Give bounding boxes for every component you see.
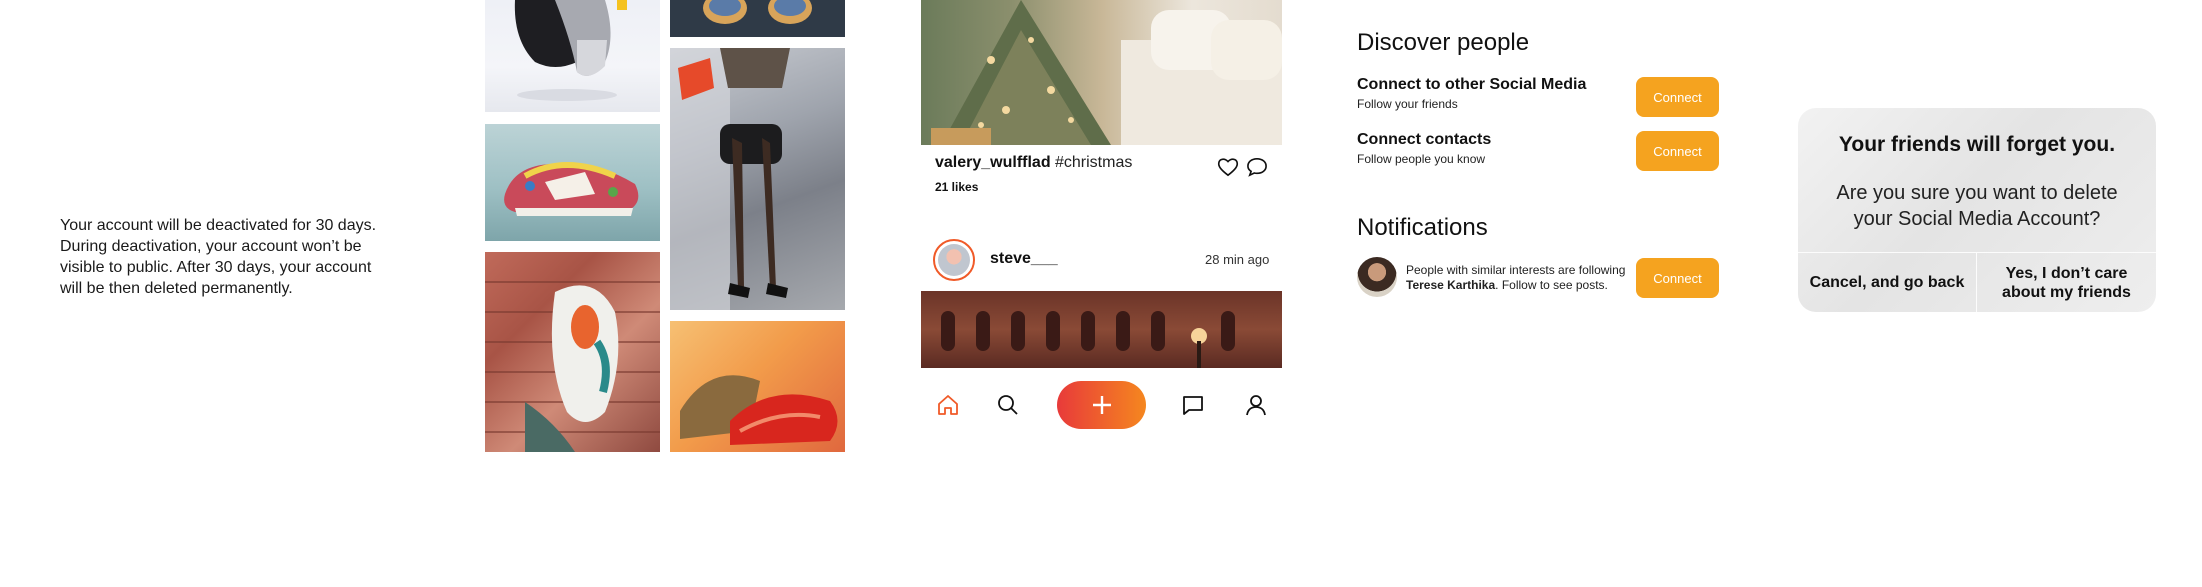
notification-person-name[interactable]: Terese Karthika — [1406, 278, 1495, 292]
create-post-button[interactable] — [1057, 381, 1146, 429]
confirm-delete-button[interactable]: Yes, I don’t care about my friends — [1977, 253, 2156, 312]
row-subtitle: Follow your friends — [1357, 97, 1458, 111]
profile-icon[interactable] — [1243, 392, 1269, 418]
building-post-photo[interactable] — [921, 291, 1282, 368]
connect-contacts-row: Connect contacts Follow people you know — [1357, 131, 1617, 166]
shoes-top-photo[interactable] — [670, 0, 845, 37]
notifications-heading: Notifications — [1357, 214, 1488, 241]
delete-account-dialog: Your friends will forget you. Are you su… — [1798, 108, 2156, 312]
avatar[interactable] — [933, 239, 975, 281]
avatar[interactable] — [1357, 257, 1397, 297]
post-username[interactable]: valery_wulfflad — [935, 154, 1051, 172]
connect-social-button[interactable]: Connect — [1636, 77, 1719, 117]
home-icon[interactable] — [935, 392, 961, 418]
chat-icon[interactable] — [1180, 392, 1206, 418]
notification-text-after: . Follow to see posts. — [1495, 278, 1608, 292]
notification-text: People with similar interests are follow… — [1406, 263, 1636, 293]
christmas-post-photo[interactable] — [921, 0, 1282, 145]
plus-icon — [1092, 396, 1111, 414]
post-hashtag[interactable]: #christmas — [1055, 154, 1132, 172]
heart-icon[interactable] — [1216, 155, 1240, 179]
sneaker-hanging-photo[interactable] — [485, 0, 660, 112]
notification-text-before: People with similar interests are follow… — [1406, 263, 1626, 277]
deactivation-info-text: Your account will be deactivated for 30 … — [60, 217, 377, 297]
notification-connect-button[interactable]: Connect — [1636, 258, 1719, 298]
row-subtitle: Follow people you know — [1357, 152, 1486, 166]
dialog-title: Your friends will forget you. — [1838, 133, 2116, 156]
connect-social-row: Connect to other Social Media Follow you… — [1357, 76, 1617, 111]
dialog-body: Are you sure you want to delete your Soc… — [1836, 182, 2118, 230]
post2-timestamp: 28 min ago — [1205, 252, 1270, 267]
red-sneakers-photo[interactable] — [670, 321, 845, 452]
post-likes-count: 21 likes — [935, 180, 979, 194]
discover-heading: Discover people — [1357, 29, 1530, 56]
row-title: Connect contacts — [1357, 131, 1492, 148]
post2-username[interactable]: steve___ — [990, 250, 1058, 268]
search-icon[interactable] — [995, 392, 1021, 418]
connect-contacts-button[interactable]: Connect — [1636, 131, 1719, 171]
sneaker-on-brick-wall-photo[interactable] — [485, 252, 660, 452]
woman-heels-handbag-photo[interactable] — [670, 48, 845, 310]
row-title: Connect to other Social Media — [1357, 76, 1587, 93]
floral-sneaker-photo[interactable] — [485, 124, 660, 241]
comment-icon[interactable] — [1245, 155, 1269, 179]
cancel-button[interactable]: Cancel, and go back — [1798, 253, 1976, 312]
